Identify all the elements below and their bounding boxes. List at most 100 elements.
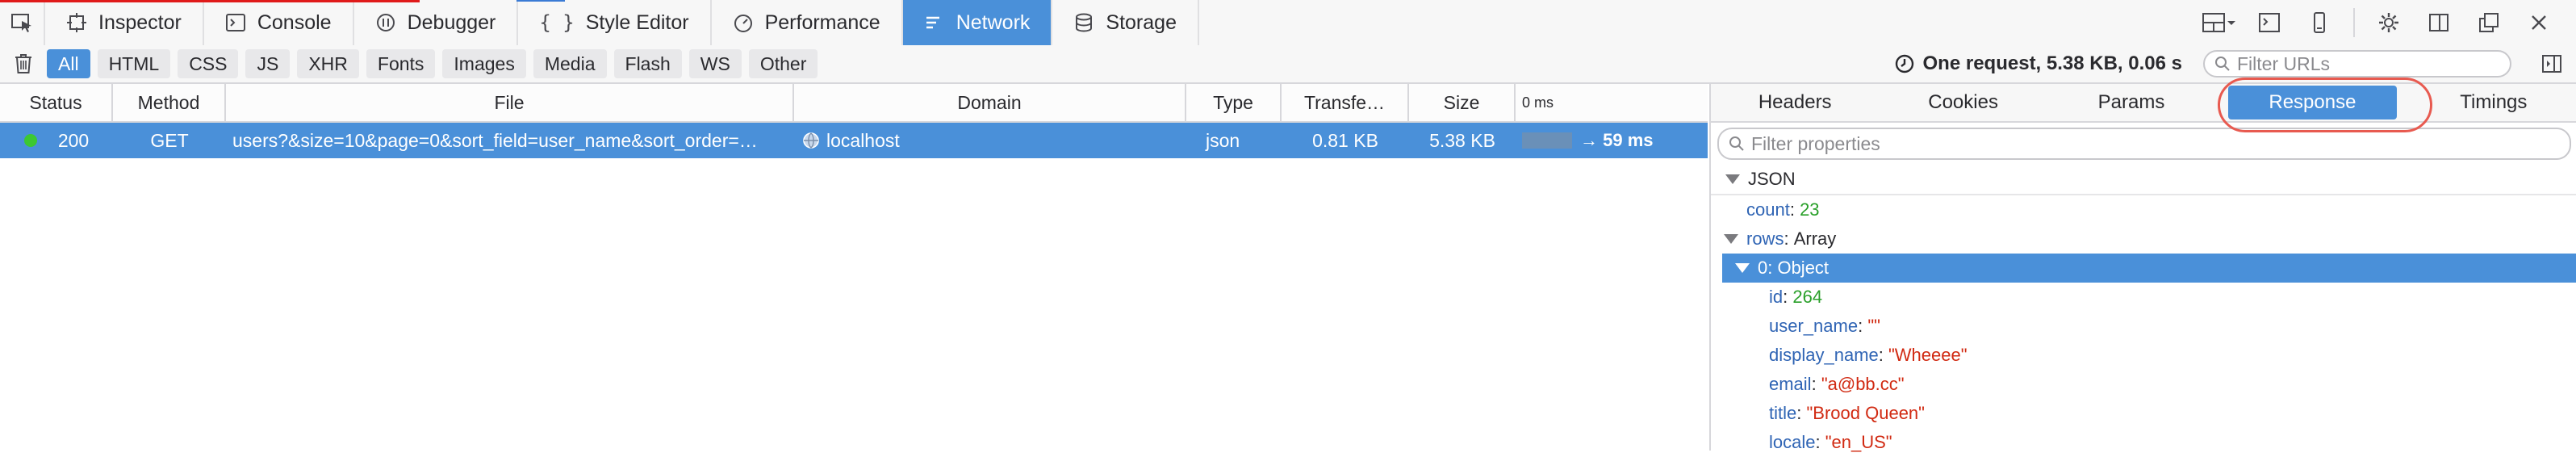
storage-icon xyxy=(1076,13,1093,32)
timing-bar xyxy=(1522,132,1572,149)
dock-side-button[interactable] xyxy=(2418,2,2460,44)
close-toolbox-button[interactable] xyxy=(2518,2,2560,44)
cell-waterfall: → 59 ms xyxy=(1516,123,1708,158)
json-label: JSON xyxy=(1748,169,1796,189)
filter-properties-input[interactable]: Filter properties xyxy=(1717,128,2571,160)
expand-arrow-icon xyxy=(1735,263,1750,273)
url-filter-input[interactable]: Filter URLs xyxy=(2203,50,2511,78)
request-list-header: Status Method File Domain Type Transfe… … xyxy=(0,84,1708,123)
property-value: Array xyxy=(1793,228,1837,249)
property-value: "Brood Queen" xyxy=(1806,403,1925,423)
separate-window-icon xyxy=(2479,13,2499,32)
expand-arrow-icon xyxy=(1724,234,1738,244)
column-header-transferred[interactable]: Transfe… xyxy=(1282,84,1409,121)
cell-status: 200 xyxy=(0,123,113,158)
tab-inspector[interactable]: Inspector xyxy=(45,0,204,45)
status-ok-indicator xyxy=(23,134,37,147)
property-colon: : xyxy=(1815,432,1825,452)
tab-console[interactable]: Console xyxy=(204,0,354,45)
tab-style-editor[interactable]: { } Style Editor xyxy=(518,0,712,45)
filter-html-button[interactable]: HTML xyxy=(97,49,171,78)
network-icon xyxy=(926,16,939,29)
tab-params[interactable]: Params xyxy=(2047,84,2215,121)
tab-headers[interactable]: Headers xyxy=(1711,84,1879,121)
property-colon: : xyxy=(1858,316,1868,336)
tree-node-locale[interactable]: locale: "en_US" xyxy=(1711,428,2576,457)
column-header-status[interactable]: Status xyxy=(0,84,113,121)
property-colon: : xyxy=(1811,374,1821,394)
tree-node-title[interactable]: title: "Brood Queen" xyxy=(1711,399,2576,428)
clear-button[interactable] xyxy=(0,52,47,75)
tab-label: Style Editor xyxy=(585,10,689,34)
property-key: user_name xyxy=(1769,316,1859,336)
tab-network[interactable]: Network xyxy=(902,0,1053,45)
search-icon xyxy=(1729,136,1744,151)
toolbar-accent-line xyxy=(0,0,420,2)
performance-icon xyxy=(734,15,752,32)
column-header-method[interactable]: Method xyxy=(113,84,226,121)
column-header-waterfall[interactable]: 0 ms xyxy=(1516,84,1708,121)
tab-performance[interactable]: Performance xyxy=(712,0,903,45)
clock-icon xyxy=(1895,54,1913,73)
split-console-icon xyxy=(2259,13,2280,32)
tab-cookies[interactable]: Cookies xyxy=(1879,84,2047,121)
cell-type: json xyxy=(1206,129,1240,151)
column-header-domain[interactable]: Domain xyxy=(794,84,1186,121)
tree-node-email[interactable]: email: "a@bb.cc" xyxy=(1711,370,2576,399)
filter-xhr-button[interactable]: XHR xyxy=(297,49,359,78)
property-value: "" xyxy=(1867,316,1880,336)
property-value: "Wheeee" xyxy=(1888,345,1968,365)
column-header-file[interactable]: File xyxy=(226,84,794,121)
request-summary[interactable]: One request, 5.38 KB, 0.06 s xyxy=(1894,52,2182,75)
tab-label: Storage xyxy=(1106,10,1177,34)
tab-debugger[interactable]: Debugger xyxy=(354,0,519,45)
column-header-size[interactable]: Size xyxy=(1409,84,1516,121)
property-colon: : xyxy=(1784,228,1794,249)
filter-css-button[interactable]: CSS xyxy=(178,49,239,78)
property-colon: : xyxy=(1796,403,1807,423)
responsive-design-button[interactable] xyxy=(2298,2,2340,44)
tab-label: Debugger xyxy=(407,10,496,34)
tree-node-user-name[interactable]: user_name: "" xyxy=(1711,312,2576,341)
settings-button[interactable] xyxy=(2368,2,2410,44)
filter-flash-button[interactable]: Flash xyxy=(613,49,682,78)
table-row[interactable]: 200 GET users?&size=10&page=0&sort_field… xyxy=(0,123,1708,158)
domain-text: localhost xyxy=(826,129,900,151)
column-header-type[interactable]: Type xyxy=(1186,84,1282,121)
tab-label: Console xyxy=(257,10,332,34)
filter-all-button[interactable]: All xyxy=(47,49,90,78)
filter-media-button[interactable]: Media xyxy=(533,49,607,78)
property-key: display_name xyxy=(1769,345,1879,365)
split-console-button[interactable] xyxy=(2248,2,2290,44)
cell-transferred: 0.81 KB xyxy=(1312,129,1378,151)
expand-arrow-icon xyxy=(1725,174,1740,184)
filter-images-button[interactable]: Images xyxy=(442,49,526,78)
tree-node-object-0[interactable]: 0: Object xyxy=(1722,254,2576,283)
search-icon xyxy=(2215,57,2230,71)
element-picker-button[interactable] xyxy=(0,0,45,45)
filter-fonts-button[interactable]: Fonts xyxy=(366,49,436,78)
tab-timings[interactable]: Timings xyxy=(2410,84,2576,121)
toggle-sidebar-icon xyxy=(2542,55,2561,73)
json-section-header[interactable]: JSON xyxy=(1711,165,2576,195)
tree-node-rows[interactable]: rows: Array xyxy=(1711,224,2576,254)
tab-label: Performance xyxy=(764,10,880,34)
status-code: 200 xyxy=(57,129,90,151)
json-tree: JSON count: 23 rows: Array 0: Object id:… xyxy=(1711,165,2576,457)
separate-window-button[interactable] xyxy=(2468,2,2510,44)
filter-js-button[interactable]: JS xyxy=(245,49,291,78)
toggle-sidebar-button[interactable] xyxy=(2528,53,2576,74)
request-list: Status Method File Domain Type Transfe… … xyxy=(0,84,1708,451)
tree-node-count[interactable]: count: 23 xyxy=(1711,195,2576,224)
cell-domain: localhost xyxy=(794,123,1186,158)
object-label: 0: Object xyxy=(1758,258,1830,278)
filter-ws-button[interactable]: WS xyxy=(688,49,742,78)
cell-file: users?&size=10&page=0&sort_field=user_na… xyxy=(232,129,758,151)
tree-node-id[interactable]: id: 264 xyxy=(1711,283,2576,312)
tab-response[interactable]: Response xyxy=(2228,86,2397,119)
tab-storage[interactable]: Storage xyxy=(1052,0,1199,45)
tree-node-display-name[interactable]: display_name: "Wheeee" xyxy=(1711,341,2576,370)
layout-menu-button[interactable] xyxy=(2198,2,2240,44)
filter-other-button[interactable]: Other xyxy=(748,49,818,78)
globe-icon xyxy=(803,132,819,149)
